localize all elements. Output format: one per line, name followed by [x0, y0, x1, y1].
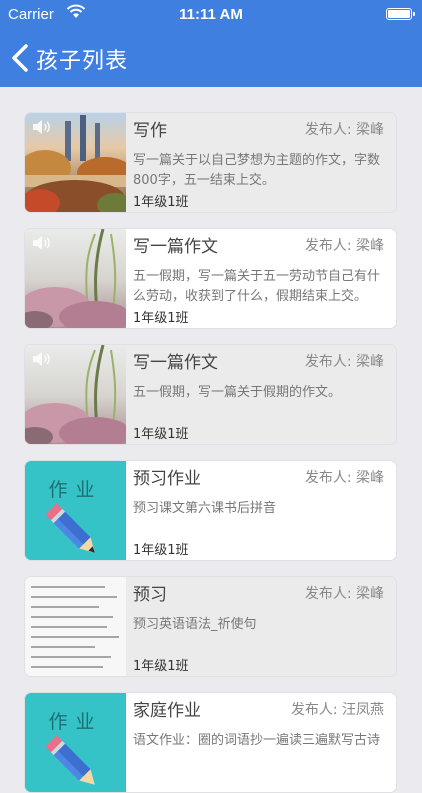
thumbnail-photo	[25, 113, 126, 212]
item-description: 语文作业：圈的词语抄一遍读三遍默写古诗	[133, 733, 381, 748]
homework-card[interactable]: 写一篇作文 发布人: 梁峰 五一假期，写一篇关于五一劳动节自己有什么劳动，收获到…	[24, 228, 397, 329]
item-title: 写一篇作文	[133, 353, 218, 373]
sound-icon	[31, 235, 51, 251]
sound-icon	[31, 351, 51, 367]
item-title: 家庭作业	[133, 701, 201, 721]
homework-card[interactable]: 作业 家庭作业 发布人: 汪凤燕 语文作业：圈的词语抄一遍读三遍默写古诗	[24, 692, 397, 793]
homework-card[interactable]: 写作 发布人: 梁峰 写一篇关于以自己梦想为主题的作文，字数800字，五一结束上…	[24, 112, 397, 213]
clock: 11:11 AM	[179, 6, 243, 23]
status-bar: Carrier 11:11 AM	[0, 0, 422, 30]
chevron-left-icon	[12, 44, 28, 72]
publisher-label: 发布人: 梁峰	[304, 470, 384, 486]
navigation-bar: 孩子列表	[0, 30, 422, 87]
class-label: 1年级1班	[133, 311, 189, 326]
class-label: 1年级1班	[133, 195, 189, 210]
item-title: 写一篇作文	[133, 237, 218, 257]
document-thumbnail	[25, 577, 126, 676]
thumbnail-photo	[25, 345, 126, 444]
item-description: 写一篇关于以自己梦想为主题的作文，字数800字，五一结束上交。	[133, 153, 381, 188]
item-description: 预习英语语法_祈使句	[133, 617, 257, 632]
homework-card[interactable]: 作业 预习作业 发布人: 梁峰 预习课文第六课书后拼音 1年级1班	[24, 460, 397, 561]
item-description: 预习课文第六课书后拼音	[133, 501, 277, 516]
pencil-icon	[45, 735, 95, 785]
publisher-label: 发布人: 汪凤燕	[290, 702, 384, 718]
homework-tile: 作业	[25, 461, 126, 560]
thumbnail-photo	[25, 229, 126, 328]
page-title: 孩子列表	[36, 49, 129, 74]
homework-card[interactable]: 写一篇作文 发布人: 梁峰 五一假期，写一篇关于假期的作文。 1年级1班	[24, 344, 397, 445]
class-label: 1年级1班	[133, 659, 189, 674]
class-label: 1年级1班	[133, 427, 189, 442]
pencil-icon	[45, 503, 95, 553]
homework-tile: 作业	[25, 693, 126, 792]
class-label: 1年级1班	[133, 543, 189, 558]
item-title: 预习	[133, 585, 167, 605]
sound-icon	[31, 119, 51, 135]
item-title: 写作	[133, 121, 167, 141]
item-title: 预习作业	[133, 469, 201, 489]
back-button[interactable]	[8, 42, 32, 74]
item-description: 五一假期，写一篇关于五一劳动节自己有什么劳动，收获到了什么，假期结束上交。	[133, 269, 381, 304]
publisher-label: 发布人: 梁峰	[304, 586, 384, 602]
publisher-label: 发布人: 梁峰	[304, 238, 384, 254]
publisher-label: 发布人: 梁峰	[304, 122, 384, 138]
item-description: 五一假期，写一篇关于假期的作文。	[133, 385, 342, 400]
publisher-label: 发布人: 梁峰	[304, 354, 384, 370]
homework-card[interactable]: 预习 发布人: 梁峰 预习英语语法_祈使句 1年级1班	[24, 576, 397, 677]
battery-icon	[386, 8, 415, 20]
